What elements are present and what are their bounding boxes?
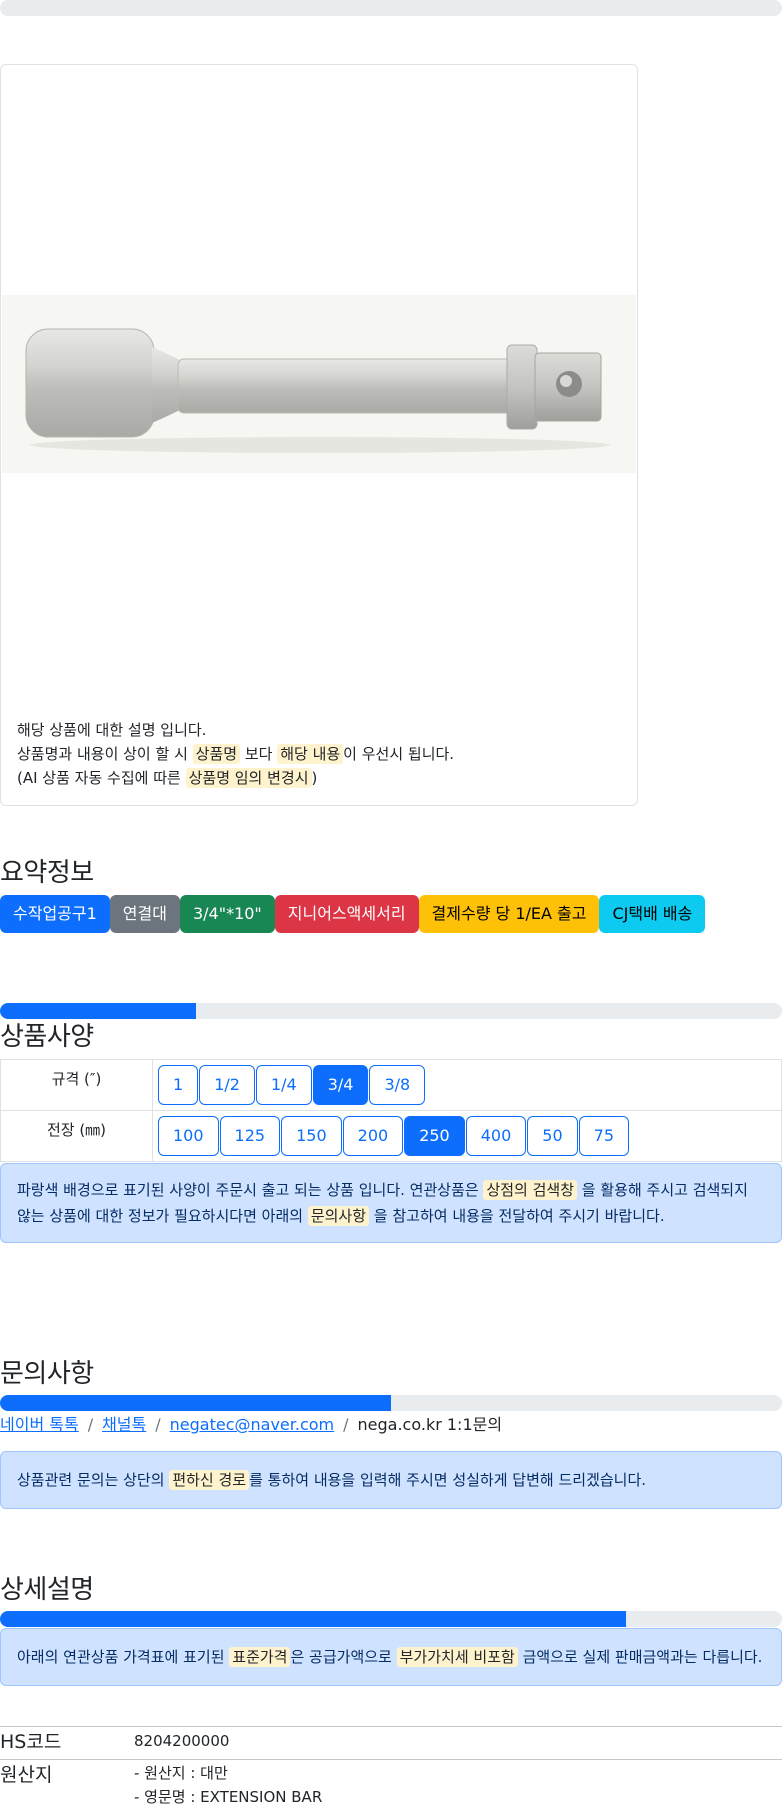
specs-notice-text: 을 참고하여 내용을 전달하여 주시기 바랍니다.: [369, 1207, 665, 1225]
option-gauge-3-8[interactable]: 3/8: [369, 1065, 426, 1105]
option-length-125[interactable]: 125: [219, 1116, 281, 1156]
badge-delivery: CJ택배 배송: [599, 895, 706, 933]
detail-notice-text: 은 공급가액으로: [290, 1648, 397, 1666]
notice-text: (AI 상품 자동 수집에 따른: [17, 769, 186, 787]
origin-label: 원산지: [0, 1764, 53, 1786]
naver-talktalk-link[interactable]: 네이버 톡톡: [0, 1415, 79, 1434]
description-notice: 해당 상품에 대한 설명 입니다. 상품명과 내용이 상이 할 시 상품명 보다…: [17, 718, 454, 790]
option-gauge-1-2[interactable]: 1/2: [199, 1065, 255, 1105]
spec-label-length: 전장 (㎜): [0, 1110, 153, 1162]
spec-table: 규격 (″) 1 1/2 1/4 3/4 3/8 전장 (㎜) 100 125 …: [0, 1059, 782, 1162]
summary-title: 요약정보: [0, 858, 94, 888]
detail-notice: 아래의 연관상품 가격표에 표기된 표준가격 은 공급가액으로 부가가치세 비포함…: [0, 1628, 782, 1686]
spec-row-gauge: 규격 (″) 1 1/2 1/4 3/4 3/8: [0, 1059, 782, 1111]
badge-size: 3/4"*10": [179, 895, 275, 933]
highlight-preferred-route: 편하신 경로: [169, 1470, 250, 1490]
notice-text: 보다: [240, 745, 278, 763]
inquiry-notice-text: 를 통하여 내용을 입력해 주시면 성실하게 답변해 드리겠습니다.: [249, 1471, 647, 1489]
spec-options-length: 100 125 150 200 250 400 50 75: [152, 1110, 782, 1162]
option-gauge-1[interactable]: 1: [158, 1065, 199, 1105]
link-separator: /: [87, 1415, 94, 1434]
info-divider: [0, 1726, 782, 1727]
notice-line-3: (AI 상품 자동 수집에 따른 상품명 임의 변경시): [17, 766, 454, 790]
hs-code-value: 8204200000: [134, 1732, 230, 1750]
option-length-250-selected[interactable]: 250: [404, 1116, 465, 1156]
inquiry-notice: 상품관련 문의는 상단의 편하신 경로 를 통하여 내용을 입력해 주시면 성실하…: [0, 1451, 782, 1509]
origin-values: - 원산지 : 대만 - 영문명 : EXTENSION BAR: [134, 1761, 322, 1809]
specs-notice: 파랑색 배경으로 표기된 사양이 주문시 출고 되는 상품 입니다. 연관상품은…: [0, 1163, 782, 1243]
notice-line-2: 상품명과 내용이 상이 할 시 상품명 보다 해당 내용 이 우선시 됩니다.: [17, 742, 454, 766]
product-image: [2, 295, 636, 473]
product-card: 해당 상품에 대한 설명 입니다. 상품명과 내용이 상이 할 시 상품명 보다…: [0, 64, 638, 806]
email-link[interactable]: negatec@naver.com: [170, 1415, 334, 1434]
hs-code-label: HS코드: [0, 1731, 62, 1753]
inquiry-title: 문의사항: [0, 1359, 94, 1389]
link-separator: /: [155, 1415, 161, 1434]
notice-line-1: 해당 상품에 대한 설명 입니다.: [17, 721, 207, 739]
inquiry-progress-bar: [0, 1395, 782, 1411]
highlight-content: 해당 내용: [277, 744, 344, 764]
spec-options-gauge: 1 1/2 1/4 3/4 3/8: [152, 1059, 782, 1111]
option-length-400[interactable]: 400: [465, 1116, 527, 1156]
top-progress-bar: [0, 0, 782, 16]
notice-text: ): [311, 769, 318, 787]
option-length-100[interactable]: 100: [158, 1116, 219, 1156]
english-name: - 영문명 : EXTENSION BAR: [134, 1788, 323, 1806]
info-divider: [0, 1759, 782, 1760]
spec-row-length: 전장 (㎜) 100 125 150 200 250 400 50 75: [0, 1110, 782, 1162]
option-length-150[interactable]: 150: [281, 1116, 342, 1156]
channel-talk-link[interactable]: 채널톡: [102, 1415, 146, 1434]
badge-shipping-qty: 결제수량 당 1/EA 출고: [418, 895, 600, 933]
detail-notice-text: 금액으로 실제 판매금액과는 다릅니다.: [517, 1648, 763, 1666]
specs-title: 상품사양: [0, 1022, 94, 1052]
inquiry-links: 네이버 톡톡 / 채널톡 / negatec@naver.com / nega.co.kr …: [0, 1411, 502, 1435]
option-length-75[interactable]: 75: [578, 1116, 629, 1156]
highlight-vat-excluded: 부가가치세 비포함: [396, 1647, 518, 1667]
inquiry-progress-fill: [0, 1395, 391, 1411]
detail-title: 상세설명: [0, 1575, 94, 1605]
detail-progress-bar: [0, 1611, 782, 1627]
option-length-200[interactable]: 200: [342, 1116, 404, 1156]
spec-label-gauge: 규격 (″): [0, 1059, 153, 1111]
extension-bar-image: [25, 328, 610, 453]
option-gauge-1-4[interactable]: 1/4: [255, 1065, 312, 1105]
inquiry-notice-text: 상품관련 문의는 상단의: [17, 1471, 170, 1489]
specs-notice-text: 파랑색 배경으로 표기된 사양이 주문시 출고 되는 상품 입니다. 연관상품은: [17, 1181, 484, 1199]
specs-progress-bar: [0, 1003, 782, 1019]
highlight-search-box: 상점의 검색창: [483, 1180, 578, 1200]
highlight-name-change: 상품명 임의 변경시: [185, 768, 312, 788]
badge-category: 수작업공구1: [0, 895, 110, 933]
highlight-standard-price: 표준가격: [229, 1647, 291, 1667]
notice-text: 이 우선시 됩니다.: [343, 745, 455, 763]
badge-brand: 지니어스액세서리: [274, 895, 419, 933]
origin-country: - 원산지 : 대만: [134, 1764, 228, 1782]
link-separator: /: [343, 1415, 349, 1434]
notice-text: 상품명과 내용이 상이 할 시: [17, 745, 193, 763]
badge-type: 연결대: [109, 895, 180, 933]
detail-notice-text: 아래의 연관상품 가격표에 표기된: [17, 1648, 230, 1666]
site-inquiry-text: nega.co.kr 1:1문의: [357, 1415, 503, 1434]
highlight-inquiry: 문의사항: [307, 1206, 370, 1226]
option-gauge-3-4-selected[interactable]: 3/4: [312, 1065, 369, 1105]
summary-badges: 수작업공구1 연결대 3/4"*10" 지니어스액세서리 결제수량 당 1/EA…: [0, 895, 706, 933]
highlight-product-name: 상품명: [192, 744, 241, 764]
detail-progress-fill: [0, 1611, 626, 1627]
option-length-50[interactable]: 50: [527, 1116, 578, 1156]
